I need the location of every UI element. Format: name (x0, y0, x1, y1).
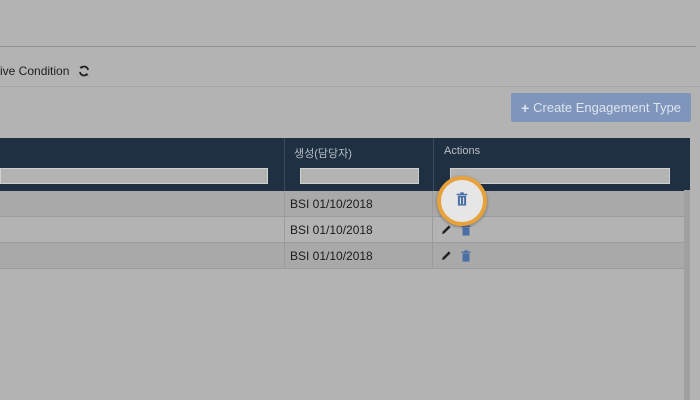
create-engagement-type-button[interactable]: + Create Engagement Type (511, 93, 691, 122)
table-header: 생성(담당자) Actions (0, 138, 690, 191)
delete-icon[interactable] (456, 191, 468, 211)
table-row: BSI 01/10/2018 (0, 191, 690, 217)
table-row: BSI 01/10/2018 (0, 217, 690, 243)
edit-icon[interactable] (440, 249, 452, 263)
table-row: BSI 01/10/2018 (0, 243, 690, 269)
cell-created: BSI 01/10/2018 (284, 243, 433, 268)
column-header-created: 생성(담당자) (284, 138, 434, 191)
plus-icon: + (520, 99, 530, 116)
delete-icon[interactable] (460, 249, 472, 263)
cell-name (0, 243, 285, 268)
cell-name (0, 217, 285, 242)
cell-name (0, 191, 285, 216)
actions-filter-input[interactable] (450, 168, 670, 184)
section-divider (0, 86, 700, 87)
cell-created: BSI 01/10/2018 (284, 191, 433, 216)
create-engagement-type-label: Create Engagement Type (533, 100, 682, 115)
cell-created: BSI 01/10/2018 (284, 217, 433, 242)
delete-highlight-callout[interactable] (437, 176, 487, 226)
top-divider (0, 46, 696, 47)
name-filter-input[interactable] (0, 168, 268, 184)
vertical-scrollbar[interactable] (684, 190, 690, 400)
column-header-name (0, 138, 285, 191)
filter-bar: ive Condition (0, 62, 91, 80)
created-filter-input[interactable] (300, 168, 419, 184)
engagement-types-table: 생성(담당자) Actions BSI 01/10/2018 BSI 01/10… (0, 138, 690, 269)
inactive-condition-label: ive Condition (0, 64, 70, 78)
cell-actions (434, 243, 690, 268)
refresh-icon[interactable] (77, 64, 91, 78)
edit-icon[interactable] (440, 223, 452, 237)
